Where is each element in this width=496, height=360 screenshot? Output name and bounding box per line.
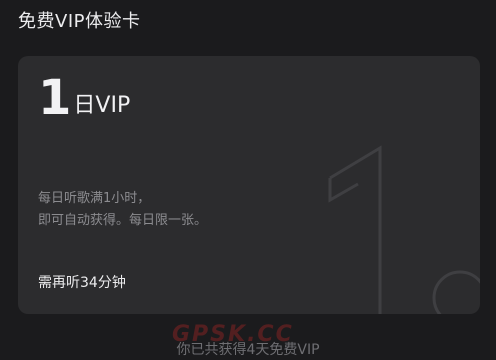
card-description: 每日听歌满1小时， 即可自动获得。每日限一张。 bbox=[38, 188, 207, 232]
number-one-watermark-icon bbox=[328, 145, 480, 314]
card-title-number: 1 bbox=[38, 70, 72, 126]
vip-trial-card[interactable]: 1 日VIP 每日听歌满1小时， 即可自动获得。每日限一张。 需再听34分钟 bbox=[18, 56, 480, 314]
remaining-time-label: 需再听34分钟 bbox=[38, 275, 126, 291]
card-title: 1 日VIP bbox=[38, 74, 130, 122]
card-description-line-2: 即可自动获得。每日限一张。 bbox=[38, 213, 208, 228]
card-title-unit: 日VIP bbox=[73, 93, 131, 118]
page-title: 免费VIP体验卡 bbox=[18, 11, 141, 32]
total-vip-days-summary: 你已共获得4天免费VIP bbox=[176, 342, 320, 358]
card-description-line-1: 每日听歌满1小时， bbox=[38, 191, 151, 206]
